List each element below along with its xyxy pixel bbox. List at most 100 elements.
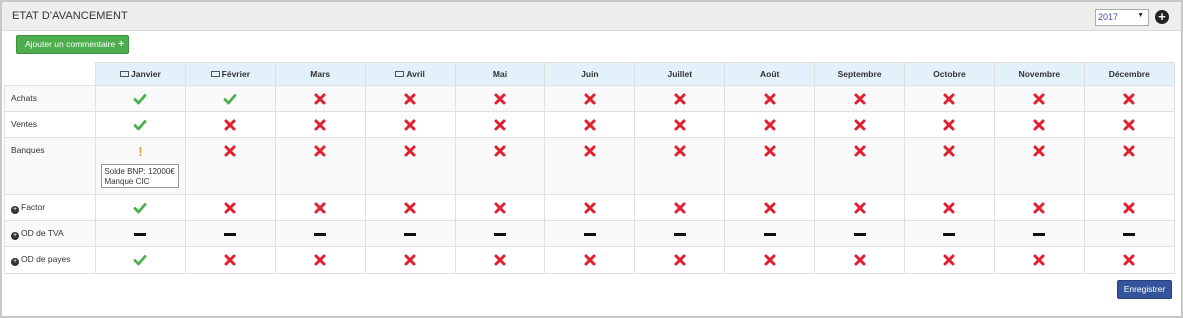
status-cell[interactable] bbox=[814, 246, 906, 274]
status-cell[interactable] bbox=[274, 85, 366, 112]
cross-icon[interactable] bbox=[853, 253, 867, 267]
status-cell[interactable] bbox=[634, 220, 726, 247]
cross-icon[interactable] bbox=[1122, 92, 1136, 106]
cross-icon[interactable] bbox=[583, 92, 597, 106]
status-cell[interactable] bbox=[364, 220, 456, 247]
cross-icon[interactable] bbox=[763, 118, 777, 132]
status-cell[interactable] bbox=[634, 194, 726, 221]
cross-icon[interactable] bbox=[853, 118, 867, 132]
cross-icon[interactable] bbox=[763, 92, 777, 106]
status-cell[interactable] bbox=[364, 137, 456, 195]
status-cell[interactable] bbox=[814, 194, 906, 221]
status-cell[interactable] bbox=[454, 137, 546, 195]
month-header-4[interactable]: Mai bbox=[454, 62, 546, 86]
status-cell[interactable] bbox=[993, 194, 1085, 221]
cross-icon[interactable] bbox=[673, 201, 687, 215]
not-applicable-icon[interactable] bbox=[943, 233, 956, 236]
not-applicable-icon[interactable] bbox=[673, 233, 686, 236]
add-comment-button[interactable]: Ajouter un commentaire + bbox=[16, 35, 129, 54]
cross-icon[interactable] bbox=[1032, 118, 1046, 132]
cross-icon[interactable] bbox=[763, 144, 777, 158]
month-header-3[interactable]: Avril bbox=[364, 62, 456, 86]
status-cell[interactable] bbox=[904, 194, 995, 221]
status-cell[interactable] bbox=[1083, 194, 1175, 221]
status-cell[interactable] bbox=[724, 111, 816, 138]
status-cell[interactable] bbox=[904, 246, 995, 274]
cross-icon[interactable] bbox=[223, 144, 237, 158]
cross-icon[interactable] bbox=[1122, 118, 1136, 132]
status-cell[interactable] bbox=[364, 111, 456, 138]
cross-icon[interactable] bbox=[583, 144, 597, 158]
month-header-11[interactable]: Décembre bbox=[1083, 62, 1175, 86]
status-cell[interactable] bbox=[993, 246, 1085, 274]
status-cell[interactable] bbox=[724, 220, 816, 247]
status-cell[interactable] bbox=[544, 246, 636, 274]
status-cell[interactable]: ! Solde BNP: 12000€ Manque CIC bbox=[95, 137, 186, 195]
check-icon[interactable] bbox=[133, 92, 147, 106]
status-cell[interactable] bbox=[904, 137, 995, 195]
not-applicable-icon[interactable] bbox=[1033, 233, 1046, 236]
cross-icon[interactable] bbox=[403, 253, 417, 267]
year-select[interactable]: 2017 ▼ bbox=[1095, 9, 1149, 26]
status-cell[interactable] bbox=[364, 85, 456, 112]
status-cell[interactable] bbox=[1083, 85, 1175, 112]
not-applicable-icon[interactable] bbox=[314, 233, 327, 236]
cross-icon[interactable] bbox=[583, 118, 597, 132]
cross-icon[interactable] bbox=[853, 92, 867, 106]
expand-icon[interactable]: + bbox=[11, 232, 19, 240]
status-cell[interactable] bbox=[95, 85, 186, 112]
status-cell[interactable] bbox=[454, 111, 546, 138]
status-cell[interactable] bbox=[1083, 246, 1175, 274]
status-cell[interactable] bbox=[904, 111, 995, 138]
status-cell[interactable] bbox=[814, 111, 906, 138]
cross-icon[interactable] bbox=[223, 253, 237, 267]
status-cell[interactable] bbox=[993, 137, 1085, 195]
cross-icon[interactable] bbox=[493, 118, 507, 132]
cross-icon[interactable] bbox=[403, 201, 417, 215]
status-cell[interactable] bbox=[544, 137, 636, 195]
expand-icon[interactable]: + bbox=[11, 206, 19, 214]
check-icon[interactable] bbox=[133, 118, 147, 132]
status-cell[interactable] bbox=[634, 111, 726, 138]
status-cell[interactable] bbox=[904, 85, 995, 112]
cross-icon[interactable] bbox=[403, 118, 417, 132]
status-cell[interactable] bbox=[904, 220, 995, 247]
check-icon[interactable] bbox=[223, 92, 237, 106]
status-cell[interactable] bbox=[454, 246, 546, 274]
not-applicable-icon[interactable] bbox=[583, 233, 596, 236]
cross-icon[interactable] bbox=[1122, 253, 1136, 267]
cross-icon[interactable] bbox=[493, 201, 507, 215]
status-cell[interactable] bbox=[184, 85, 276, 112]
check-icon[interactable] bbox=[133, 201, 147, 215]
status-cell[interactable] bbox=[814, 220, 906, 247]
cross-icon[interactable] bbox=[223, 201, 237, 215]
cross-icon[interactable] bbox=[493, 92, 507, 106]
cross-icon[interactable] bbox=[673, 118, 687, 132]
not-applicable-icon[interactable] bbox=[763, 233, 776, 236]
status-cell[interactable] bbox=[724, 85, 816, 112]
status-cell[interactable] bbox=[184, 194, 276, 221]
cross-icon[interactable] bbox=[1032, 201, 1046, 215]
month-header-9[interactable]: Octobre bbox=[904, 62, 995, 86]
status-cell[interactable] bbox=[993, 85, 1085, 112]
status-cell[interactable] bbox=[454, 194, 546, 221]
cross-icon[interactable] bbox=[403, 92, 417, 106]
month-header-10[interactable]: Novembre bbox=[993, 62, 1085, 86]
cross-icon[interactable] bbox=[493, 144, 507, 158]
status-cell[interactable] bbox=[544, 85, 636, 112]
month-header-1[interactable]: Février bbox=[184, 62, 276, 86]
warning-icon[interactable]: ! bbox=[133, 145, 147, 158]
cross-icon[interactable] bbox=[493, 253, 507, 267]
not-applicable-icon[interactable] bbox=[404, 233, 417, 236]
cross-icon[interactable] bbox=[1122, 201, 1136, 215]
status-cell[interactable] bbox=[184, 137, 276, 195]
status-cell[interactable] bbox=[95, 246, 186, 274]
month-header-0[interactable]: Janvier bbox=[95, 62, 186, 86]
status-cell[interactable] bbox=[364, 194, 456, 221]
status-cell[interactable] bbox=[95, 194, 186, 221]
status-cell[interactable] bbox=[274, 194, 366, 221]
status-cell[interactable] bbox=[184, 246, 276, 274]
month-header-8[interactable]: Septembre bbox=[814, 62, 906, 86]
cross-icon[interactable] bbox=[853, 201, 867, 215]
cross-icon[interactable] bbox=[942, 118, 956, 132]
